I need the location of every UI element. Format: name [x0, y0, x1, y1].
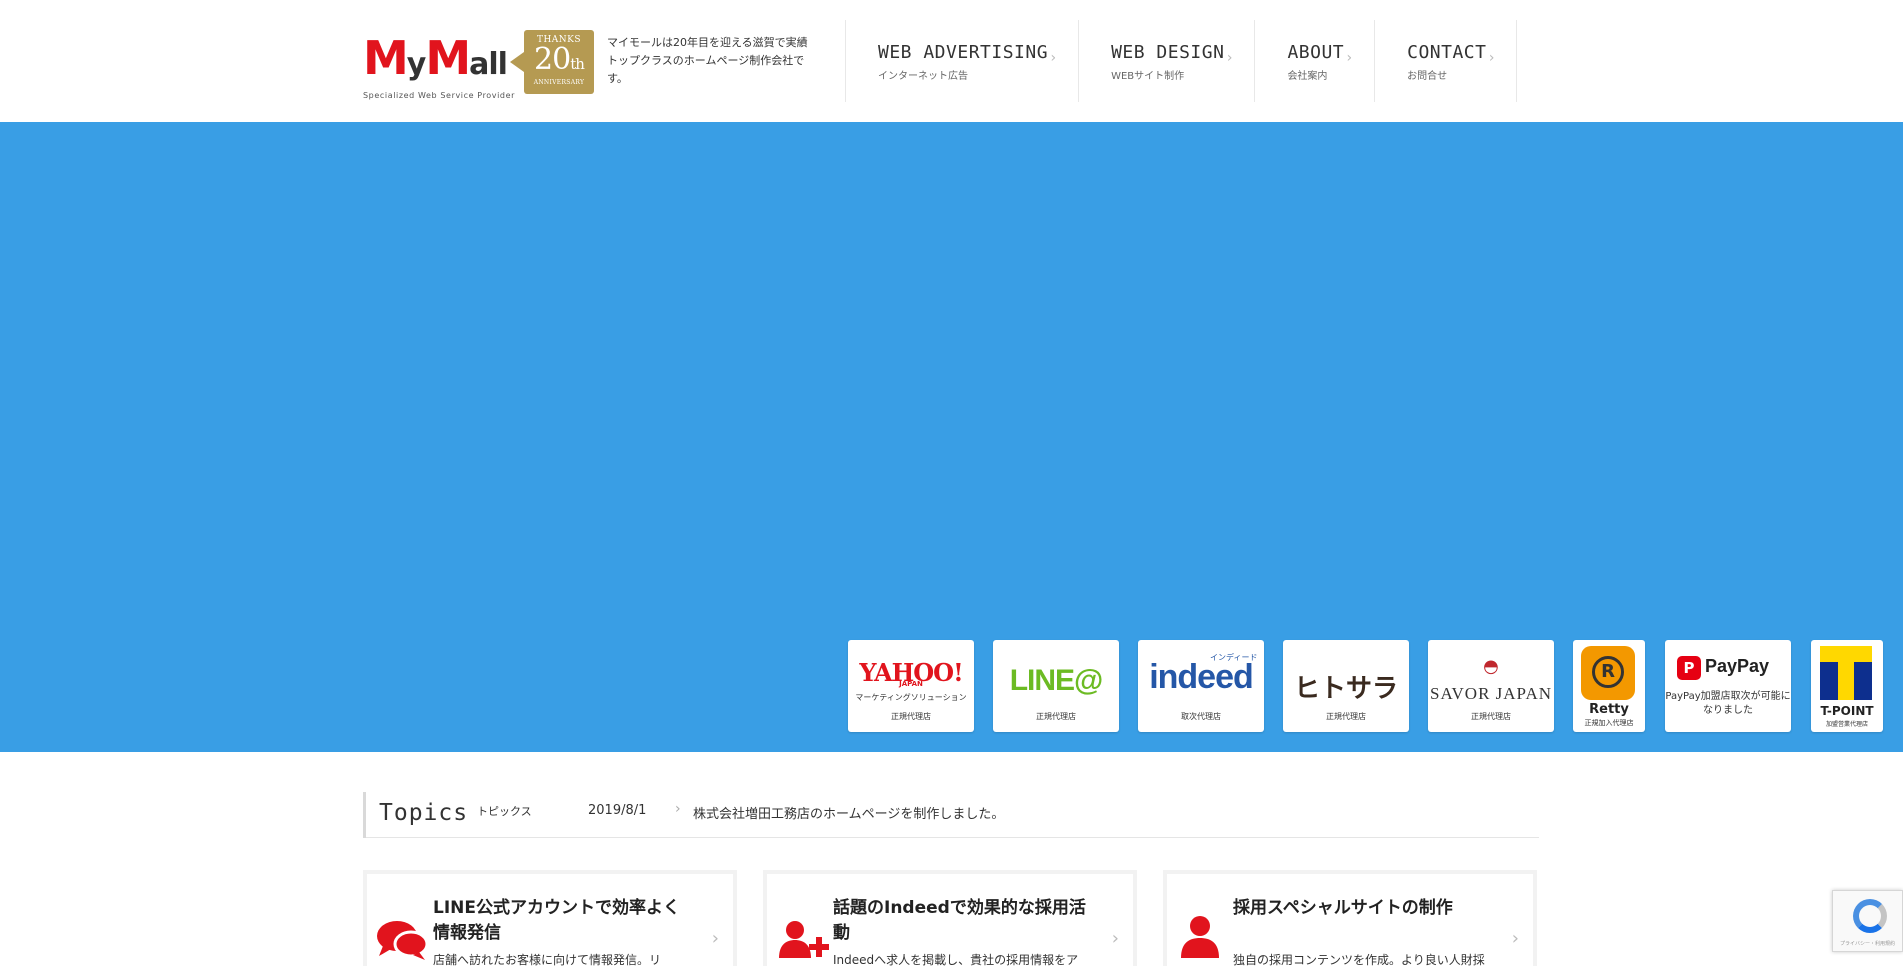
partner-caption: 正規代理店 [1036, 712, 1076, 721]
card-title: LINE公式アカウントで効率よく情報発信 [433, 898, 680, 943]
chevron-right-icon: › [1346, 50, 1353, 66]
logo-subtitle: Specialized Web Service Provider [363, 91, 516, 100]
person-icon [1173, 910, 1231, 966]
partner-caption: 加盟営業代理店 [1825, 721, 1868, 728]
recaptcha-text: プライバシー・利用規約 [1840, 941, 1895, 947]
recaptcha-badge[interactable]: プライバシー・利用規約 [1832, 890, 1903, 952]
partner-caption: 正規加入代理店 [1584, 719, 1634, 727]
add-user-icon [773, 910, 831, 966]
card-description: 独自の採用コンテンツを作成。より良い人財採用の実現をご協力します。 [1233, 953, 1485, 966]
partner-label: マーケティングソリューション [855, 693, 967, 702]
main-nav: WEB ADVERTISING インターネット広告 › WEB DESIGN W… [845, 20, 1518, 102]
card-title: 採用スペシャルサイトの制作 [1233, 898, 1453, 918]
badge-number: 20th [534, 42, 585, 77]
nav-title: WEB ADVERTISING [878, 42, 1049, 63]
bowl-icon: ◓ [1483, 656, 1499, 677]
partner-caption: 正規代理店 [891, 712, 931, 721]
nav-web-design[interactable]: WEB DESIGN WEBサイト制作 › [1078, 20, 1254, 102]
partner-caption: 正規代理店 [1471, 712, 1511, 721]
hero-banner: YAHOO! JAPAN マーケティングソリューション 正規代理店 LINE@ … [0, 122, 1903, 752]
partner-hitosara[interactable]: ヒトサラ 正規代理店 [1283, 640, 1409, 732]
paypay-logo: PayPay [1705, 656, 1770, 676]
partner-paypay[interactable]: P PayPay PayPay加盟店取次が可能になりました [1665, 640, 1791, 732]
tpoint-logo: T-POINT [1820, 704, 1874, 718]
hitosara-logo: ヒトサラ [1293, 674, 1398, 704]
partner-indeed[interactable]: インディード indeed 取次代理店 [1138, 640, 1264, 732]
card-description: 店舗へ訪れたお客様に向けて情報発信。リ [433, 953, 662, 966]
service-card-line[interactable]: LINE公式アカウントで効率よく情報発信 店舗へ訪れたお客様に向けて情報発信。リ… [363, 870, 737, 966]
partner-retty[interactable]: R Retty 正規加入代理店 [1573, 640, 1645, 732]
service-card-recruit[interactable]: 採用スペシャルサイトの制作 独自の採用コンテンツを作成。より良い人財採用の実現を… [1163, 870, 1537, 966]
nav-contact[interactable]: CONTACT お問合せ › [1374, 20, 1518, 102]
partner-line[interactable]: LINE@ 正規代理店 [993, 640, 1119, 732]
indeed-logo: indeed [1149, 658, 1254, 696]
badge-body: THANKS 20th ANNIVERSARY [524, 30, 594, 94]
chevron-right-icon: › [1488, 50, 1495, 66]
chevron-right-icon: › [675, 801, 681, 817]
badge-anniversary: ANNIVERSARY [533, 79, 585, 86]
topics-kana: トピックス [477, 805, 532, 818]
partner-yahoo[interactable]: YAHOO! JAPAN マーケティングソリューション 正規代理店 [848, 640, 974, 732]
retty-app-icon: R [1581, 646, 1635, 700]
partner-savor-japan[interactable]: ◓ SAVOR JAPAN 正規代理店 [1428, 640, 1554, 732]
topics-accent [363, 792, 366, 838]
chevron-right-icon: › [1226, 50, 1233, 66]
card-description: Indeedへ求人を掲載し、貴社の採用情報をア [833, 953, 1079, 966]
paypay-icon: P [1677, 656, 1701, 680]
logo-text: MyMall [363, 31, 508, 85]
partner-caption: 取次代理店 [1181, 712, 1221, 721]
anniversary-badge: THANKS 20th ANNIVERSARY [510, 30, 594, 94]
nav-subtitle: WEBサイト制作 [1111, 71, 1185, 82]
chevron-right-icon: › [1511, 928, 1519, 949]
card-title: 話題のIndeedで効果的な採用活動 [833, 898, 1086, 943]
chevron-right-icon: › [711, 928, 719, 949]
topics-title: Topics [379, 800, 469, 826]
tagline: マイモールは20年目を迎える滋賀で実績トップクラスのホームページ制作会社です。 [607, 36, 808, 85]
mymall-logo[interactable]: MyMall Specialized Web Service Provider [363, 31, 514, 100]
savor-japan-logo: SAVOR JAPAN [1429, 684, 1553, 703]
nav-subtitle: 会社案内 [1287, 71, 1328, 82]
badge-pointer [510, 52, 524, 72]
chat-bubbles-icon [373, 910, 431, 966]
partner-caption: 正規代理店 [1326, 712, 1366, 721]
partner-tpoint[interactable]: T-POINT 加盟営業代理店 [1811, 640, 1883, 732]
nav-title: CONTACT [1407, 42, 1487, 63]
topic-date: 2019/8/1 [588, 803, 647, 818]
tpoint-icon [1820, 646, 1872, 700]
yahoo-japan: JAPAN [899, 680, 923, 688]
nav-subtitle: インターネット広告 [878, 71, 968, 82]
chevron-right-icon: › [1050, 50, 1057, 66]
nav-title: WEB DESIGN [1111, 42, 1225, 63]
chevron-right-icon: › [1111, 928, 1119, 949]
recaptcha-icon [1853, 899, 1887, 933]
line-logo: LINE@ [1009, 664, 1104, 697]
site-header: MyMall Specialized Web Service Provider … [0, 0, 1903, 122]
nav-about[interactable]: ABOUT 会社案内 › [1254, 20, 1374, 102]
nav-title: ABOUT [1287, 42, 1345, 63]
service-card-indeed[interactable]: 話題のIndeedで効果的な採用活動 Indeedへ求人を掲載し、貴社の採用情報… [763, 870, 1137, 966]
topic-link[interactable]: 株式会社増田工務店のホームページを制作しました。 [693, 803, 1004, 822]
nav-subtitle: お問合せ [1407, 71, 1448, 82]
topics-bar: Topics トピックス 2019/8/1 › 株式会社増田工務店のホームページ… [363, 792, 1539, 838]
paypay-message: PayPay加盟店取次が可能になりました [1665, 691, 1791, 716]
retty-logo: Retty [1589, 702, 1629, 717]
nav-web-advertising[interactable]: WEB ADVERTISING インターネット広告 › [845, 20, 1078, 102]
